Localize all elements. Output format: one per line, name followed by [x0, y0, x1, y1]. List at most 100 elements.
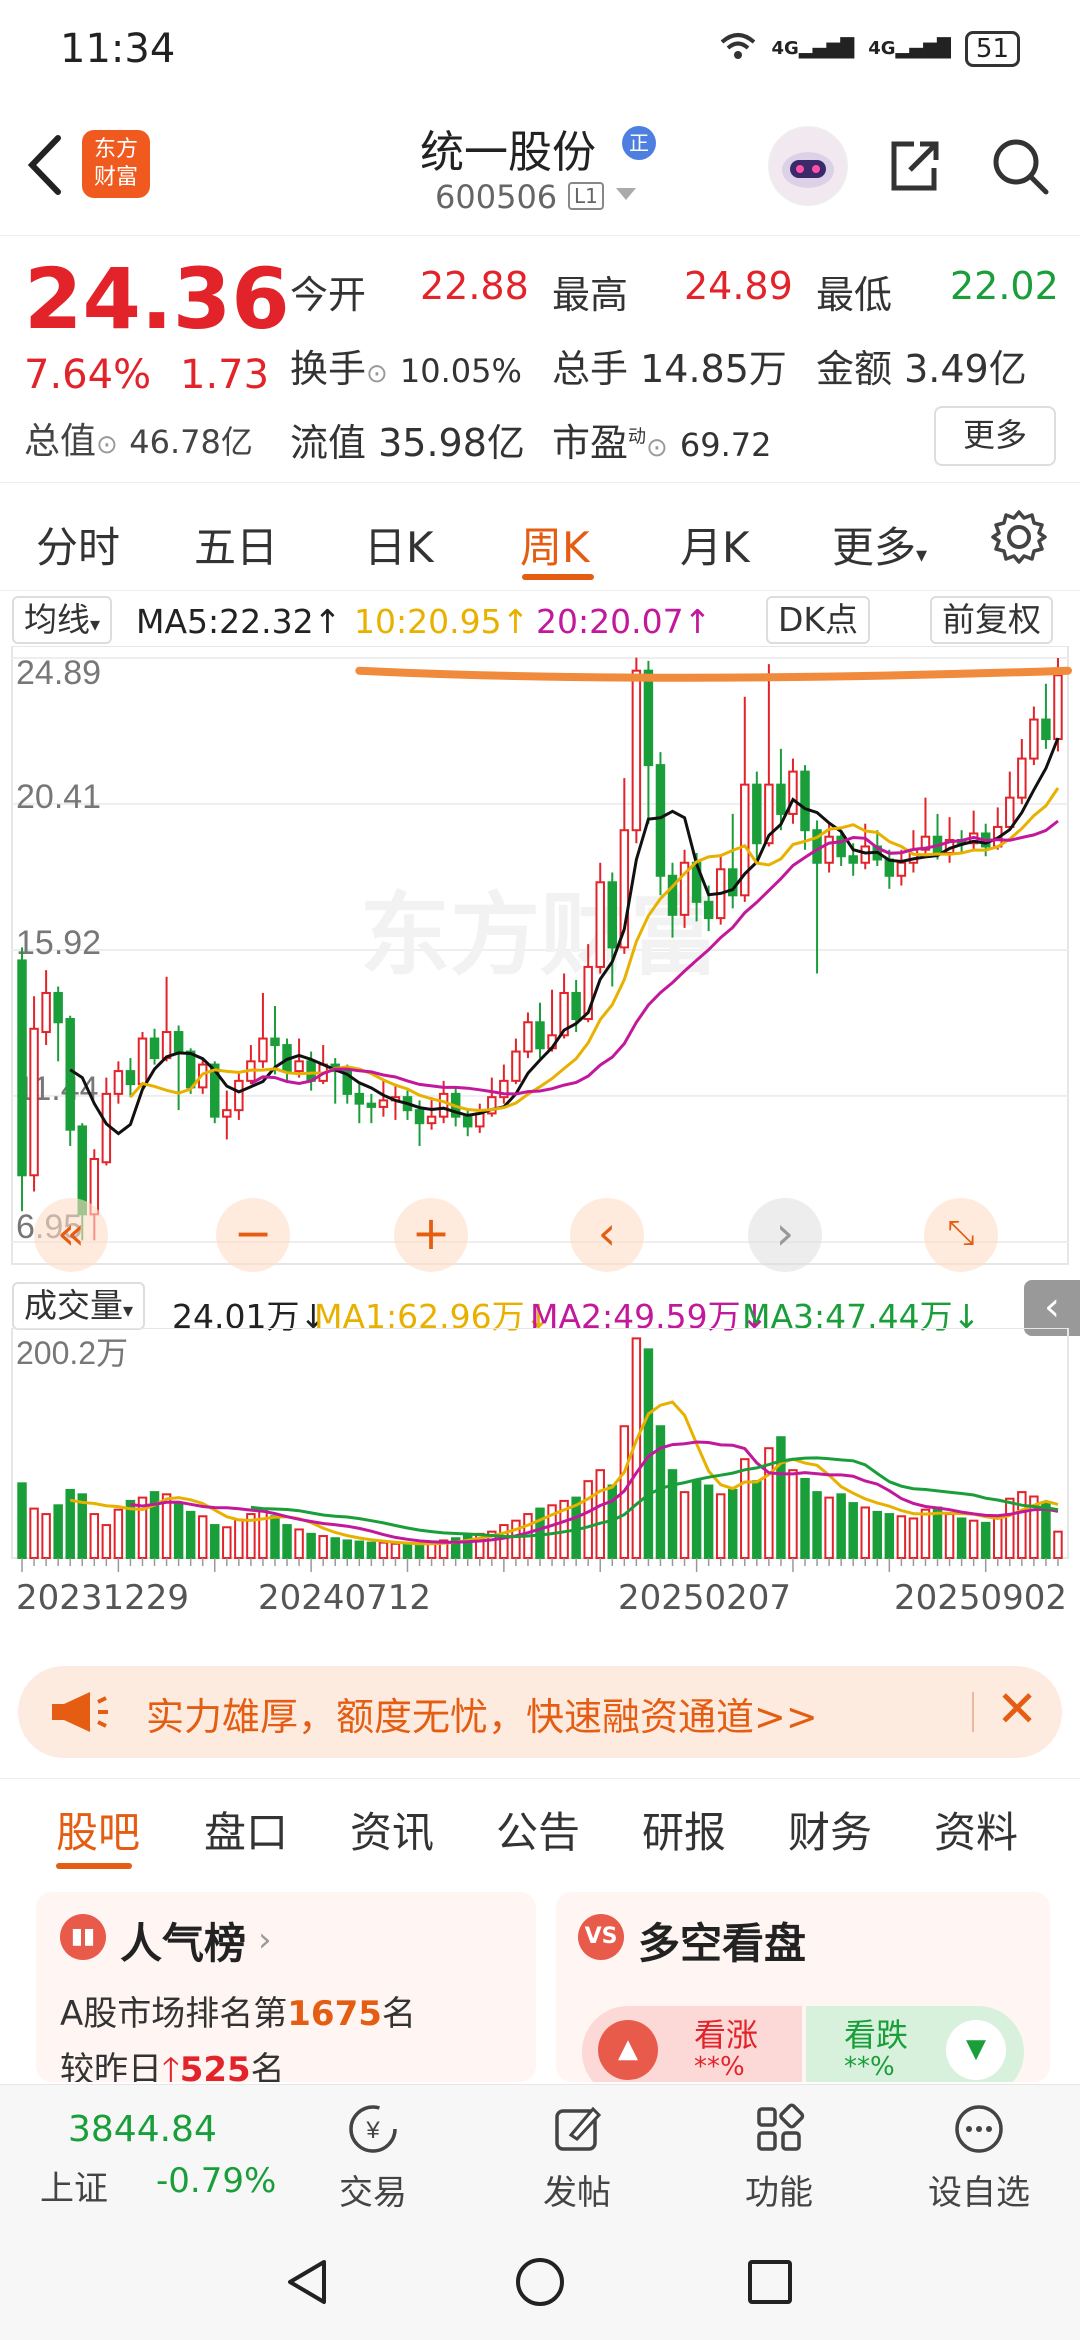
gear-icon[interactable]: [990, 508, 1048, 566]
turnover-label[interactable]: 换手⊙ 10.05%: [290, 338, 522, 393]
yen-exchange-icon: ¥: [349, 2105, 397, 2153]
scroll-left-fast-button[interactable]: «: [34, 1198, 108, 1272]
svg-text:¥: ¥: [365, 2117, 380, 2144]
adjust-button[interactable]: 前复权: [930, 596, 1053, 644]
volume-bar: [113, 1508, 124, 1560]
tab-monthly-k[interactable]: 月K: [680, 514, 750, 575]
index-name: 上证: [40, 2169, 108, 2209]
volume-selector[interactable]: 成交量▾: [12, 1282, 146, 1330]
scroll-left-button[interactable]: ‹: [570, 1198, 644, 1272]
more-button[interactable]: 更多: [934, 406, 1056, 466]
nav-post[interactable]: 发帖: [512, 2095, 642, 2214]
ma5-value: MA5:22.32↑: [136, 602, 342, 641]
date-label: 20231229: [16, 1578, 190, 1618]
volume-bar: [366, 1541, 377, 1560]
tab-orderbook[interactable]: 盘口: [204, 1799, 288, 1860]
tab-daily-k[interactable]: 日K: [364, 514, 434, 575]
change-percent: 7.64%: [24, 352, 152, 398]
volume-bar: [41, 1513, 51, 1559]
assistant-robot-icon[interactable]: [768, 126, 848, 206]
back-triangle-icon[interactable]: [280, 2254, 336, 2310]
pe-label[interactable]: 市盈动⊙ 69.72: [552, 412, 772, 467]
back-button[interactable]: [20, 130, 80, 200]
chevron-down-icon[interactable]: [616, 188, 636, 200]
tab-profile[interactable]: 资料: [934, 1799, 1018, 1860]
search-icon[interactable]: [990, 136, 1050, 196]
tab-news[interactable]: 资讯: [350, 1799, 434, 1860]
tab-weekly-k[interactable]: 周K: [520, 514, 590, 575]
close-icon[interactable]: ✕: [996, 1680, 1038, 1738]
level-badge[interactable]: L1: [568, 182, 604, 210]
price-chart[interactable]: 24.8920.4115.9211.446.95东方财富: [0, 646, 1080, 1276]
volume-bar: [848, 1502, 858, 1559]
nav-label: 交易: [339, 2173, 407, 2213]
info-icon: ⊙: [366, 359, 388, 389]
zoom-out-button[interactable]: −: [216, 1198, 290, 1272]
ma10-value: 10:20.95↑: [354, 602, 530, 641]
nav-add-watchlist[interactable]: 设自选: [914, 2095, 1044, 2214]
tab-announcements[interactable]: 公告: [496, 1799, 580, 1860]
chevron-right-icon: ›: [258, 1920, 272, 1960]
info-icon: ⊙: [96, 430, 118, 460]
change-amount: 1.73: [180, 352, 270, 398]
candle: [1017, 739, 1027, 805]
signal-icon-2: 4G▂▄▆█: [868, 38, 951, 59]
tab-intraday[interactable]: 分时: [36, 514, 120, 575]
candle: [354, 1084, 365, 1124]
caret-down-icon: ▾: [123, 1298, 134, 1322]
float-label: 流值 35.98亿: [290, 421, 525, 465]
candle: [511, 1038, 521, 1085]
candle: [655, 752, 666, 896]
stock-code[interactable]: 600506: [435, 178, 557, 216]
amount-label: 金额 3.49亿: [816, 347, 1027, 391]
nav-label: 设自选: [928, 2173, 1030, 2213]
candle: [896, 849, 907, 886]
home-circle-icon[interactable]: [512, 2254, 568, 2310]
float-value: 35.98亿: [378, 421, 525, 465]
nav-functions[interactable]: 功能: [714, 2095, 844, 2214]
candle: [41, 970, 51, 1046]
amount-value: 3.49亿: [904, 347, 1027, 391]
bear-button[interactable]: 看跌 **% ▼: [806, 2006, 1024, 2082]
nav-trade[interactable]: ¥ 交易: [308, 2095, 438, 2214]
candle: [137, 1032, 148, 1088]
promo-banner[interactable]: 实力雄厚，额度无忧，快速融资通道>> ✕: [18, 1666, 1062, 1758]
zoom-in-button[interactable]: +: [394, 1198, 468, 1272]
popularity-card[interactable]: ▮▮ 人气榜 › A股市场排名第1675名 较昨日🡑525名: [36, 1892, 536, 2082]
drawn-trendline[interactable]: [355, 666, 1072, 682]
high-label: 最高: [552, 273, 629, 317]
tab-research[interactable]: 研报: [642, 1799, 726, 1860]
candle: [1029, 706, 1039, 766]
dk-button[interactable]: DK点: [766, 596, 871, 644]
ma-selector[interactable]: 均线▾: [12, 596, 113, 644]
tab-more[interactable]: 更多▾: [832, 514, 927, 575]
grid-icon: [757, 2103, 805, 2151]
volume-bar: [342, 1539, 352, 1559]
volume-bar: [294, 1528, 304, 1559]
candle: [968, 810, 979, 850]
candle: [1041, 683, 1051, 749]
volume-bar: [908, 1517, 919, 1559]
volume-chart[interactable]: 200.2万: [0, 1328, 1080, 1578]
y-tick-label: 24.89: [16, 654, 101, 692]
tab-five-day[interactable]: 五日: [194, 514, 278, 575]
share-icon[interactable]: [884, 136, 944, 196]
bull-button[interactable]: ▲ 看涨 **%: [582, 2006, 802, 2082]
tab-forum[interactable]: 股吧: [56, 1799, 140, 1860]
candle: [595, 862, 605, 974]
tab-financials[interactable]: 财务: [788, 1799, 872, 1860]
total-value[interactable]: 总值⊙ 46.78亿: [24, 412, 253, 464]
fullscreen-icon[interactable]: ⤡: [924, 1198, 998, 1272]
banner-text: 实力雄厚，额度无忧，快速融资通道>>: [146, 1695, 818, 1739]
rank-delta: 525: [179, 2050, 251, 2082]
candle: [944, 817, 955, 863]
scroll-right-button[interactable]: ›: [748, 1198, 822, 1272]
bull-value: **%: [694, 2052, 745, 2082]
logo-text-top: 东方: [93, 137, 138, 162]
volume-bar: [896, 1515, 907, 1559]
bar-chart-icon: ▮▮: [60, 1914, 106, 1960]
info-icon: ⊙: [646, 433, 668, 463]
volume-bar: [149, 1491, 160, 1559]
vs-icon: VS: [578, 1914, 624, 1960]
recents-square-icon[interactable]: [742, 2254, 798, 2310]
